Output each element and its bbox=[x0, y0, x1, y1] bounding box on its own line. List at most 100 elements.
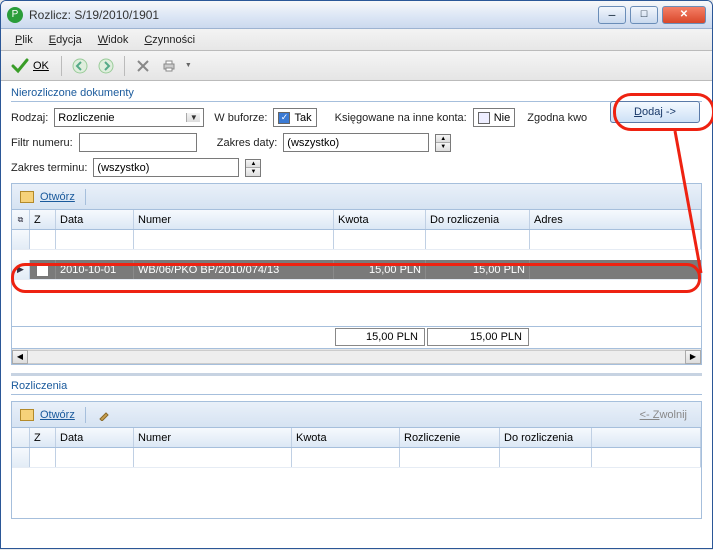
col-numer[interactable]: Numer bbox=[134, 428, 292, 447]
col-dorozliczenia[interactable]: Do rozliczenia bbox=[500, 428, 592, 447]
window-title: Rozlicz: S/19/2010/1901 bbox=[29, 8, 598, 22]
zakres-terminu-input[interactable] bbox=[93, 158, 239, 177]
spin-up-icon[interactable]: ▲ bbox=[246, 160, 260, 168]
table-row[interactable] bbox=[12, 230, 701, 250]
edit-icon[interactable] bbox=[98, 409, 110, 421]
separator bbox=[85, 189, 86, 205]
rodzaj-label: Rodzaj: bbox=[11, 112, 48, 124]
open-link[interactable]: Otwórz bbox=[40, 409, 75, 421]
folder-open-icon[interactable] bbox=[20, 191, 34, 203]
chevron-down-icon[interactable]: ▼ bbox=[186, 113, 200, 122]
wbuforze-label: W buforze: bbox=[214, 112, 267, 124]
zgodna-label: Zgodna kwo bbox=[527, 112, 587, 124]
menu-plik[interactable]: Plik bbox=[9, 32, 39, 48]
dodaj-wrap: Dodaj -> bbox=[610, 101, 700, 123]
row-pointer-icon: ▶ bbox=[12, 260, 30, 279]
cell-kwota: 15,00 PLN bbox=[334, 260, 426, 279]
cell-dor: 15,00 PLN bbox=[426, 260, 530, 279]
ksieg-label: Księgowane na inne konta: bbox=[335, 112, 467, 124]
ok-button[interactable]: OK bbox=[7, 56, 53, 76]
col-rozliczenie[interactable]: Rozliczenie bbox=[400, 428, 500, 447]
col-kwota[interactable]: Kwota bbox=[334, 210, 426, 229]
wbuforze-value: Tak bbox=[294, 112, 311, 124]
ksieg-value: Nie bbox=[494, 112, 511, 124]
zwolnij-button[interactable]: <- Zwolnij bbox=[634, 407, 693, 423]
col-data[interactable]: Data bbox=[56, 428, 134, 447]
section-nierozliczone-label: Nierozliczone dokumenty bbox=[11, 87, 702, 99]
table-row[interactable] bbox=[12, 448, 701, 468]
checkbox-unchecked-icon[interactable] bbox=[478, 112, 490, 124]
spin-up-icon[interactable]: ▲ bbox=[436, 135, 450, 143]
checkbox-checked-icon[interactable]: ✓ bbox=[278, 112, 290, 124]
print-icon[interactable] bbox=[159, 56, 179, 76]
filtr-input[interactable] bbox=[79, 133, 197, 152]
scroll-left-icon[interactable]: ◀ bbox=[12, 350, 28, 364]
zakres-daty-input[interactable] bbox=[283, 133, 429, 152]
window: P Rozlicz: S/19/2010/1901 Plik Edycja Wi… bbox=[0, 0, 713, 549]
nav-back-icon[interactable] bbox=[70, 56, 90, 76]
col-rest[interactable] bbox=[592, 428, 701, 447]
window-buttons bbox=[598, 6, 706, 24]
ksieg-field[interactable]: Nie bbox=[473, 108, 516, 127]
col-z[interactable]: Z bbox=[30, 210, 56, 229]
col-dorozliczenia[interactable]: Do rozliczenia bbox=[426, 210, 530, 229]
footer-dor: 15,00 PLN bbox=[427, 328, 529, 346]
check-icon bbox=[11, 58, 29, 74]
menu-czynnosci[interactable]: Czynności bbox=[138, 32, 201, 48]
nav-fwd-icon[interactable] bbox=[96, 56, 116, 76]
maximize-button[interactable] bbox=[630, 6, 658, 24]
scroll-right-icon[interactable]: ▶ bbox=[685, 350, 701, 364]
menubar: Plik Edycja Widok Czynności bbox=[1, 29, 712, 51]
zakres-terminu-spinner[interactable]: ▲▼ bbox=[245, 159, 261, 177]
separator bbox=[11, 394, 702, 395]
open-link[interactable]: Otwórz bbox=[40, 191, 75, 203]
row-marker-header[interactable] bbox=[12, 428, 30, 447]
dodaj-button[interactable]: Dodaj -> bbox=[610, 101, 700, 123]
grid1-toolbar: Otwórz bbox=[11, 183, 702, 209]
rodzaj-value[interactable] bbox=[58, 110, 186, 125]
col-adres[interactable]: Adres bbox=[530, 210, 701, 229]
grid2-header: Z Data Numer Kwota Rozliczenie Do rozlic… bbox=[12, 428, 701, 448]
grid1: ⧉ Z Data Numer Kwota Do rozliczenia Adre… bbox=[11, 209, 702, 349]
grid1-hscroll[interactable]: ◀ ▶ bbox=[11, 349, 702, 365]
rodzaj-combo[interactable]: ▼ bbox=[54, 108, 204, 127]
grid1-footer: 15,00 PLN 15,00 PLN bbox=[12, 326, 701, 348]
cell-data: 2010-10-01 bbox=[56, 260, 134, 279]
spin-down-icon[interactable]: ▼ bbox=[246, 168, 260, 176]
row-checkbox[interactable] bbox=[36, 263, 49, 277]
ok-label: OK bbox=[33, 60, 49, 72]
menu-edycja[interactable]: Edycja bbox=[43, 32, 88, 48]
footer-kwota: 15,00 PLN bbox=[335, 328, 425, 346]
table-row[interactable]: ▶ 2010-10-01 WB/06/PKO BP/2010/074/13 15… bbox=[12, 260, 701, 280]
cell-numer: WB/06/PKO BP/2010/074/13 bbox=[134, 260, 334, 279]
menu-widok[interactable]: Widok bbox=[92, 32, 135, 48]
dropdown-caret-icon[interactable]: ▼ bbox=[185, 62, 192, 69]
zakres-terminu-label: Zakres terminu: bbox=[11, 162, 87, 174]
cell-adres bbox=[530, 260, 701, 279]
separator bbox=[85, 407, 86, 423]
titlebar: P Rozlicz: S/19/2010/1901 bbox=[1, 1, 712, 29]
col-data[interactable]: Data bbox=[56, 210, 134, 229]
grid1-header: ⧉ Z Data Numer Kwota Do rozliczenia Adre… bbox=[12, 210, 701, 230]
scroll-track[interactable] bbox=[28, 350, 685, 364]
grid2-toolbar: Otwórz <- Zwolnij bbox=[11, 401, 702, 427]
row-marker-header[interactable]: ⧉ bbox=[12, 210, 30, 229]
grid2-body bbox=[12, 448, 701, 518]
toolbar: OK ▼ bbox=[1, 51, 712, 81]
filtr-label: Filtr numeru: bbox=[11, 137, 73, 149]
minimize-button[interactable] bbox=[598, 6, 626, 24]
spin-down-icon[interactable]: ▼ bbox=[436, 143, 450, 151]
separator bbox=[61, 56, 62, 76]
section-rozliczenia-label: Rozliczenia bbox=[11, 380, 702, 392]
close-button[interactable] bbox=[662, 6, 706, 24]
tools-icon[interactable] bbox=[133, 56, 153, 76]
col-numer[interactable]: Numer bbox=[134, 210, 334, 229]
col-z[interactable]: Z bbox=[30, 428, 56, 447]
zakres-daty-label: Zakres daty: bbox=[217, 137, 278, 149]
col-kwota[interactable]: Kwota bbox=[292, 428, 400, 447]
zakres-daty-spinner[interactable]: ▲▼ bbox=[435, 134, 451, 152]
app-icon: P bbox=[7, 7, 23, 23]
separator bbox=[11, 101, 702, 102]
wbuforze-field[interactable]: ✓ Tak bbox=[273, 108, 316, 127]
folder-open-icon[interactable] bbox=[20, 409, 34, 421]
